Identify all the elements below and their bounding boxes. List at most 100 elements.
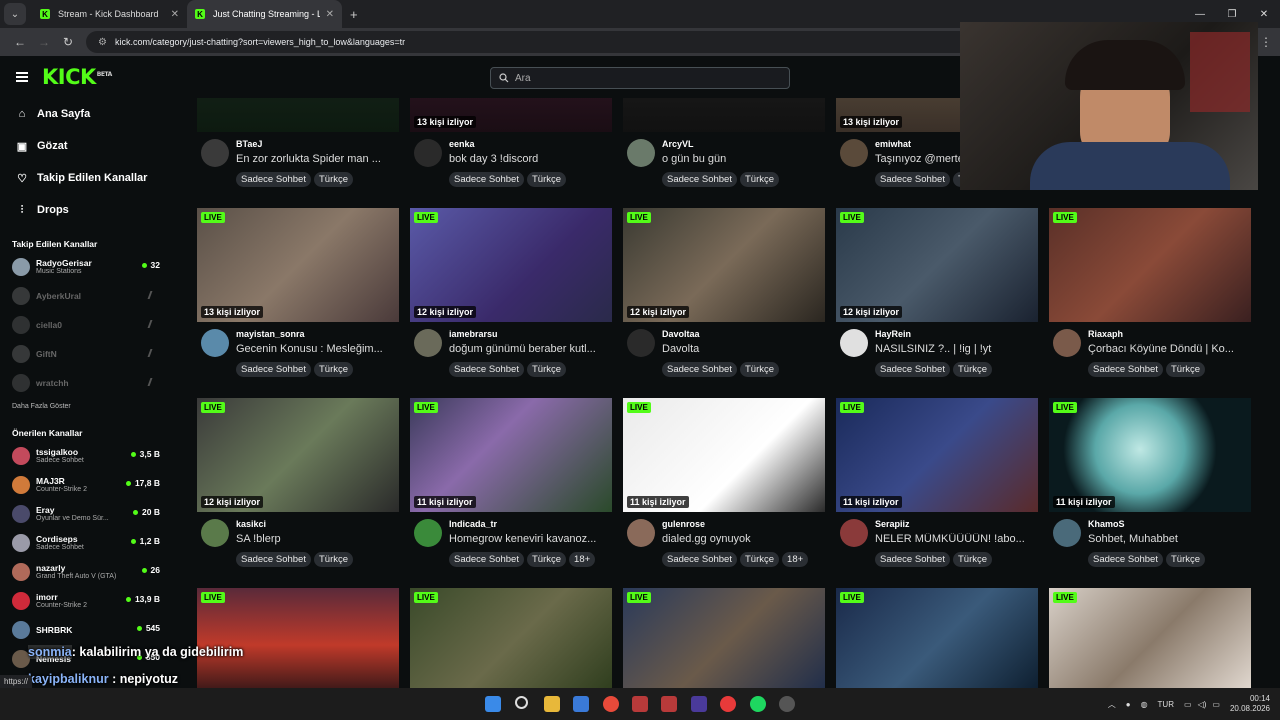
tag-chat[interactable]: Sadece Sohbet (236, 552, 311, 567)
menu-icon[interactable] (16, 72, 28, 82)
app-icon[interactable] (691, 696, 707, 712)
sidebar-channel[interactable]: imorr Counter-Strike 2 13,9 B (0, 586, 172, 615)
volume-icon[interactable]: ◁) (1198, 700, 1207, 709)
channel-avatar[interactable] (840, 139, 868, 167)
spotify-icon[interactable] (750, 696, 766, 712)
tag-adult[interactable]: 18+ (782, 552, 809, 567)
stream-title[interactable]: dialed.gg oynuyok (662, 533, 822, 545)
tag-chat[interactable]: Sadece Sohbet (875, 172, 950, 187)
stream-card[interactable]: LIVE 11 kişi izliyor KhamoS Sohbet, Muhab… (1049, 398, 1251, 584)
stream-card[interactable]: LIVE 12 kişi izliyor HayRein NASILSINIZ ?… (836, 208, 1038, 394)
tag-chat[interactable]: Sadece Sohbet (449, 172, 524, 187)
stream-thumbnail[interactable]: LIVE 11 kişi izliyor (1049, 398, 1251, 512)
sidebar-channel[interactable]: MAJ3R Counter-Strike 2 17,8 B (0, 470, 172, 499)
app-icon[interactable] (661, 696, 677, 712)
channel-name[interactable]: ArcyVL (662, 139, 694, 149)
close-tab-icon[interactable]: ✕ (171, 9, 179, 20)
channel-name[interactable]: Davoltaa (662, 329, 700, 339)
tag-language[interactable]: Türkçe (952, 362, 993, 377)
nav-item[interactable]: ♡ Takip Edilen Kanallar (0, 162, 172, 194)
sidebar-channel[interactable]: nazarly Grand Theft Auto V (GTA) 26 (0, 557, 172, 586)
stream-thumbnail[interactable]: LIVE (1049, 208, 1251, 322)
sidebar-channel[interactable]: AyberkUral (0, 281, 172, 310)
channel-avatar[interactable] (414, 329, 442, 357)
tag-chat[interactable]: Sadece Sohbet (662, 172, 737, 187)
reload-icon[interactable]: ↻ (56, 35, 80, 49)
tag-language[interactable]: Türkçe (739, 362, 780, 377)
media-icon[interactable] (720, 696, 736, 712)
stream-title[interactable]: En zor zorlukta Spider man ... (236, 153, 396, 165)
close-tab-icon[interactable]: ✕ (326, 9, 334, 20)
stream-card[interactable]: LIVE (197, 588, 399, 688)
nav-item[interactable]: ⌂ Ana Sayfa (0, 98, 172, 130)
kick-logo[interactable]: KICKBETA (42, 65, 112, 89)
tag-chat[interactable]: Sadece Sohbet (875, 362, 950, 377)
sidebar-channel[interactable]: ciella0 (0, 310, 172, 339)
tag-language[interactable]: Türkçe (739, 172, 780, 187)
channel-avatar[interactable] (840, 519, 868, 547)
channel-avatar[interactable] (201, 139, 229, 167)
sidebar-channel[interactable]: Eray Oyunlar ve Demo Sür... 20 B (0, 499, 172, 528)
tag-chat[interactable]: Sadece Sohbet (662, 362, 737, 377)
stream-thumbnail[interactable]: 13 kişi izliyor (410, 98, 612, 132)
network-icon[interactable]: ▭ (1184, 700, 1192, 709)
stream-thumbnail[interactable]: LIVE (410, 588, 612, 688)
photos-icon[interactable] (573, 696, 589, 712)
stream-thumbnail[interactable]: LIVE (836, 588, 1038, 688)
channel-name[interactable]: emiwhat (875, 139, 911, 149)
stream-thumbnail[interactable]: LIVE 11 kişi izliyor (623, 398, 825, 512)
new-tab-button[interactable]: + (350, 7, 358, 22)
tag-chat[interactable]: Sadece Sohbet (662, 552, 737, 567)
channel-avatar[interactable] (627, 329, 655, 357)
stream-thumbnail[interactable]: LIVE (197, 588, 399, 688)
tag-language[interactable]: Türkçe (739, 552, 780, 567)
search-input[interactable]: Ara (490, 67, 790, 89)
channel-avatar[interactable] (840, 329, 868, 357)
channel-avatar[interactable] (414, 519, 442, 547)
tag-language[interactable]: Türkçe (313, 362, 354, 377)
forward-icon[interactable]: → (32, 35, 56, 49)
channel-avatar[interactable] (1053, 519, 1081, 547)
stream-card[interactable]: LIVE 12 kişi izliyor iamebrarsu doğum gün… (410, 208, 612, 394)
discord-icon[interactable]: ● (1126, 700, 1131, 709)
tag-language[interactable]: Türkçe (526, 172, 567, 187)
sidebar-channel[interactable]: wratchh (0, 368, 172, 397)
chrome-icon[interactable] (603, 696, 619, 712)
tag-chat[interactable]: Sadece Sohbet (1088, 552, 1163, 567)
channel-avatar[interactable] (201, 519, 229, 547)
stream-title[interactable]: Çorbacı Köyüne Döndü | Ko... (1088, 343, 1248, 355)
tab-just-chatting[interactable]: K Just Chatting Streaming - Live S ✕ (187, 0, 342, 28)
stream-thumbnail[interactable]: LIVE (1049, 588, 1251, 688)
stream-thumbnail[interactable]: LIVE 12 kişi izliyor (410, 208, 612, 322)
tag-language[interactable]: Türkçe (1165, 552, 1206, 567)
stream-title[interactable]: NASILSINIZ ?.. | !ig | !yt (875, 343, 1035, 355)
settings-icon[interactable] (779, 696, 795, 712)
sidebar-channel[interactable]: Cordiseps Sadece Sohbet 1,2 B (0, 528, 172, 557)
stream-title[interactable]: Sohbet, Muhabbet (1088, 533, 1248, 545)
tag-chat[interactable]: Sadece Sohbet (875, 552, 950, 567)
channel-avatar[interactable] (627, 139, 655, 167)
stream-title[interactable]: doğum günümü beraber kutl... (449, 343, 609, 355)
channel-avatar[interactable] (201, 329, 229, 357)
stream-card[interactable]: LIVE (623, 588, 825, 688)
channel-name[interactable]: HayRein (875, 329, 911, 339)
channel-name[interactable]: gulenrose (662, 519, 705, 529)
language-indicator[interactable]: TUR (1158, 700, 1174, 709)
stream-thumbnail[interactable]: LIVE 13 kişi izliyor (197, 208, 399, 322)
stream-card[interactable]: LIVE (410, 588, 612, 688)
stream-thumbnail[interactable]: LIVE 11 kişi izliyor (410, 398, 612, 512)
stream-title[interactable]: SA !blerp (236, 533, 396, 545)
tab-kick-dashboard[interactable]: K Stream - Kick Dashboard ✕ (32, 0, 187, 28)
stream-title[interactable]: Homegrow keneviri kavanoz... (449, 533, 609, 545)
tag-language[interactable]: Türkçe (526, 552, 567, 567)
stream-title[interactable]: NELER MÜMKÜÜÜÜN! !abo... (875, 533, 1035, 545)
sidebar-channel[interactable]: GiftN (0, 339, 172, 368)
channel-name[interactable]: iamebrarsu (449, 329, 498, 339)
windows-start-icon[interactable] (485, 696, 501, 712)
nav-item[interactable]: ⫶ Drops (0, 194, 172, 226)
stream-thumbnail[interactable]: LIVE 12 kişi izliyor (623, 208, 825, 322)
stream-title[interactable]: Gecenin Konusu : Mesleğim... (236, 343, 396, 355)
tag-adult[interactable]: 18+ (569, 552, 596, 567)
tag-chat[interactable]: Sadece Sohbet (449, 362, 524, 377)
tag-chat[interactable]: Sadece Sohbet (236, 172, 311, 187)
